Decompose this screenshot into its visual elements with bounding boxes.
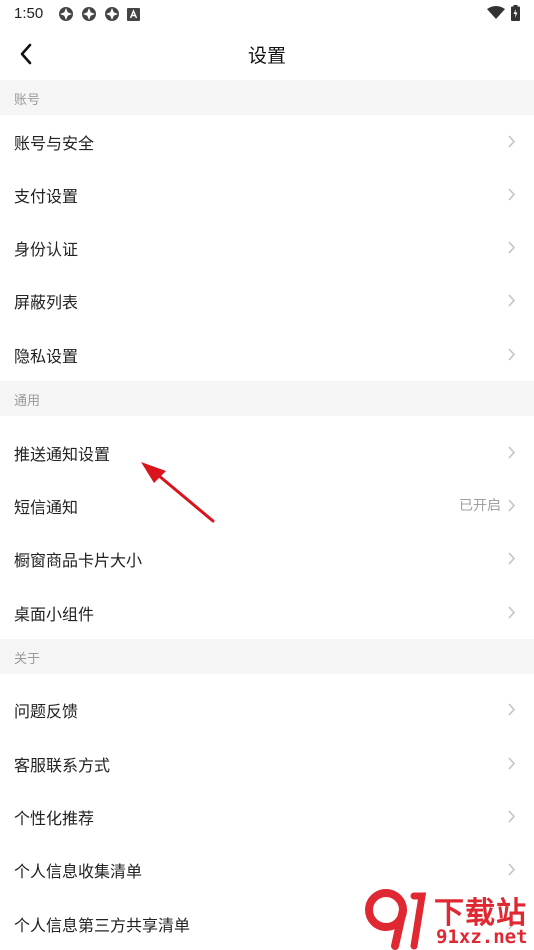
wifi-icon bbox=[487, 6, 505, 19]
watermark-logo-icon bbox=[365, 889, 427, 950]
app-notification-icon bbox=[105, 7, 119, 21]
chevron-right-icon bbox=[508, 810, 516, 823]
item-label: 个人信息第三方共享清单 bbox=[14, 916, 191, 935]
chevron-right-icon bbox=[508, 552, 516, 565]
item-label: 支付设置 bbox=[14, 187, 79, 206]
chevron-right-icon bbox=[508, 863, 516, 876]
item-label: 身份认证 bbox=[14, 240, 79, 259]
settings-item-push-notifications[interactable]: 推送通知设置 bbox=[0, 426, 534, 479]
watermark-url: 91xz.net bbox=[436, 926, 528, 948]
chevron-right-icon bbox=[508, 757, 516, 770]
item-status-value: 已开启 bbox=[459, 498, 501, 514]
item-label: 隐私设置 bbox=[14, 347, 79, 366]
section-header-general: 通用 bbox=[0, 381, 534, 416]
item-label: 推送通知设置 bbox=[14, 445, 111, 464]
status-bar: 1:50 bbox=[0, 0, 534, 28]
item-label: 短信通知 bbox=[14, 498, 79, 517]
section-header-account: 账号 bbox=[0, 80, 534, 115]
battery-icon bbox=[511, 5, 520, 21]
settings-item-customer-service[interactable]: 客服联系方式 bbox=[0, 737, 534, 790]
chevron-right-icon bbox=[508, 135, 516, 148]
chevron-right-icon bbox=[508, 241, 516, 254]
settings-item-feedback[interactable]: 问题反馈 bbox=[0, 683, 534, 736]
item-label: 个人信息收集清单 bbox=[14, 862, 143, 881]
section-title: 关于 bbox=[14, 652, 41, 667]
chevron-right-icon bbox=[508, 606, 516, 619]
item-label: 个性化推荐 bbox=[14, 809, 95, 828]
settings-item-sms-notifications[interactable]: 短信通知 已开启 bbox=[0, 479, 534, 532]
settings-item-personalized-recommendation[interactable]: 个性化推荐 bbox=[0, 790, 534, 843]
page-title: 设置 bbox=[247, 45, 286, 67]
status-time: 1:50 bbox=[14, 5, 44, 22]
settings-item-account-security[interactable]: 账号与安全 bbox=[0, 115, 534, 168]
chevron-right-icon bbox=[508, 703, 516, 716]
app-notification-icon bbox=[59, 7, 73, 21]
watermark: 下载站 91xz.net bbox=[362, 888, 534, 950]
item-label: 账号与安全 bbox=[14, 134, 95, 153]
settings-item-block-list[interactable]: 屏蔽列表 bbox=[0, 274, 534, 327]
chevron-right-icon bbox=[508, 348, 516, 361]
settings-item-desktop-widget[interactable]: 桌面小组件 bbox=[0, 586, 534, 639]
settings-item-privacy[interactable]: 隐私设置 bbox=[0, 328, 534, 381]
item-label: 屏蔽列表 bbox=[14, 293, 79, 312]
app-notification-icon bbox=[82, 7, 96, 21]
item-label: 橱窗商品卡片大小 bbox=[14, 551, 143, 570]
chevron-right-icon bbox=[508, 499, 516, 512]
settings-item-showcase-card-size[interactable]: 橱窗商品卡片大小 bbox=[0, 532, 534, 585]
section-header-about: 关于 bbox=[0, 639, 534, 674]
settings-item-payment[interactable]: 支付设置 bbox=[0, 168, 534, 221]
title-bar: 设置 bbox=[0, 28, 534, 80]
item-label: 客服联系方式 bbox=[14, 756, 111, 775]
chevron-right-icon bbox=[508, 446, 516, 459]
notification-icons bbox=[58, 6, 140, 22]
chevron-right-icon bbox=[508, 188, 516, 201]
chevron-right-icon bbox=[508, 294, 516, 307]
system-icons bbox=[487, 5, 520, 21]
section-title: 账号 bbox=[14, 93, 41, 108]
item-label: 桌面小组件 bbox=[14, 605, 95, 624]
text-notification-icon bbox=[127, 7, 140, 21]
section-title: 通用 bbox=[14, 394, 41, 409]
item-label: 问题反馈 bbox=[14, 702, 79, 721]
settings-item-identity[interactable]: 身份认证 bbox=[0, 221, 534, 274]
